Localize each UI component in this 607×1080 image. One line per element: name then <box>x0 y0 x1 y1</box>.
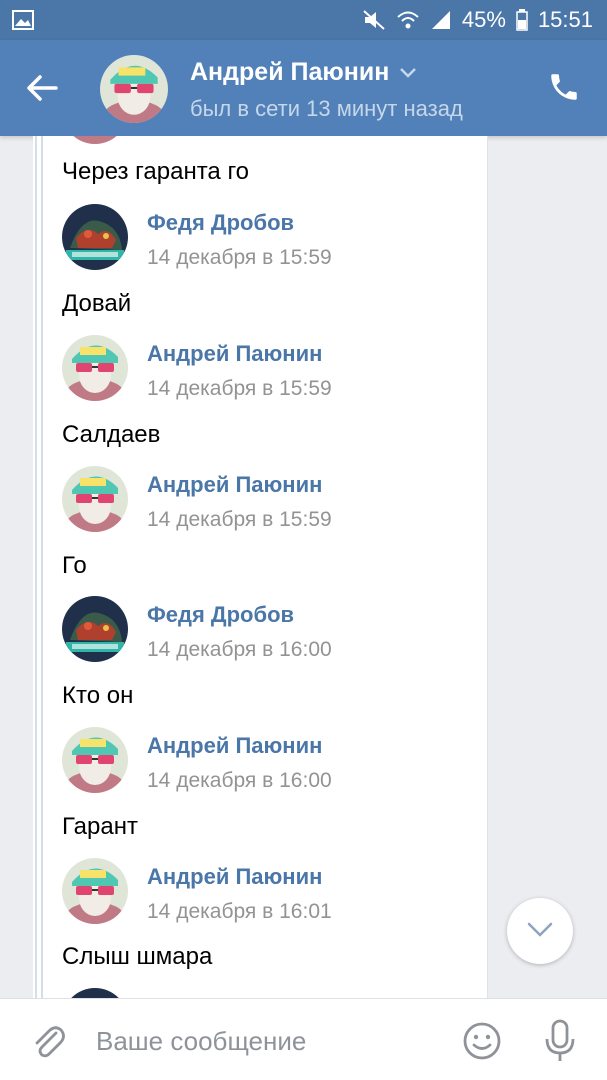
back-button[interactable] <box>22 70 62 106</box>
message-header: Андрей Паюнин 14 декабря в 15:59 <box>62 466 462 534</box>
author-name[interactable]: Андрей Паюнин <box>147 472 322 498</box>
message-header: Федя Дробов 14 декабря в 15:59 <box>62 204 462 272</box>
arrow-left-icon <box>27 75 58 101</box>
microphone-icon <box>545 1019 575 1061</box>
phone-icon <box>551 74 577 100</box>
author-name[interactable]: Федя Дробов <box>147 210 294 236</box>
message-header: Андрей Паюнин 14 декабря в 16:01 <box>62 858 462 926</box>
signal-icon <box>430 9 452 31</box>
contact-avatar[interactable] <box>100 55 168 123</box>
message-text: Через гаранта го <box>62 158 250 185</box>
battery-icon <box>516 9 528 31</box>
avatar[interactable] <box>62 335 128 401</box>
contact-title[interactable]: Андрей Паюнин <box>190 58 417 87</box>
status-bar: 45% 15:51 <box>0 0 607 40</box>
message-date: 14 декабря в 15:59 <box>147 377 332 400</box>
message-header: Федя Дробов 14 декабря в 16:00 <box>62 596 462 664</box>
message-text: Го <box>62 552 87 579</box>
author-name[interactable]: Федя Дробов <box>147 602 294 628</box>
avatar[interactable] <box>62 727 128 793</box>
contact-status: был в сети 13 минут назад <box>190 96 463 121</box>
message-text: Слыш шмара <box>62 943 213 970</box>
author-name[interactable]: Андрей Паюнин <box>147 733 322 759</box>
author-name[interactable]: Андрей Паюнин <box>147 341 322 367</box>
mute-icon <box>362 9 386 31</box>
avatar <box>62 136 128 144</box>
forward-indicator <box>33 136 43 998</box>
message-header: Андрей Паюнин 14 декабря в 15:59 <box>62 335 462 403</box>
message-text: Кто он <box>62 682 134 709</box>
attach-button[interactable] <box>28 1021 68 1061</box>
message-text: Салдаев <box>62 421 161 448</box>
scroll-down-button[interactable] <box>507 898 573 964</box>
message-text: Довай <box>62 290 132 317</box>
message-composer <box>0 998 607 1080</box>
clock: 15:51 <box>537 7 593 32</box>
message-date: 14 декабря в 15:59 <box>147 508 332 531</box>
emoji-button[interactable] <box>462 1021 502 1061</box>
chat-header: Андрей Паюнин был в сети 13 минут назад <box>0 40 607 136</box>
avatar[interactable] <box>62 204 128 270</box>
call-button[interactable] <box>547 70 581 104</box>
voice-message-button[interactable] <box>543 1019 577 1063</box>
chevron-down-icon <box>527 922 553 937</box>
message-input[interactable] <box>96 1019 436 1063</box>
contact-name: Андрей Паюнин <box>190 58 390 86</box>
author-name[interactable]: Андрей Паюнин <box>147 864 322 890</box>
message-date: 14 декабря в 16:00 <box>147 638 332 661</box>
forwarded-messages[interactable]: Через гаранта го Федя Дробов 14 декабря … <box>33 136 488 998</box>
avatar[interactable] <box>62 596 128 662</box>
message-text: Гарант <box>62 813 138 840</box>
message-date: 14 декабря в 15:59 <box>147 246 332 269</box>
smiley-icon <box>463 1022 501 1060</box>
message-date: 14 декабря в 16:00 <box>147 769 332 792</box>
gallery-icon <box>12 10 34 35</box>
paperclip-icon <box>35 1026 65 1058</box>
wifi-icon <box>396 9 420 31</box>
avatar[interactable] <box>62 466 128 532</box>
message-date: 14 декабря в 16:01 <box>147 900 332 923</box>
chevron-down-icon <box>400 67 417 78</box>
message-header: Андрей Паюнин 14 декабря в 16:00 <box>62 727 462 795</box>
avatar[interactable] <box>62 858 128 924</box>
avatar <box>62 988 128 998</box>
battery-level: 45% <box>461 7 506 32</box>
